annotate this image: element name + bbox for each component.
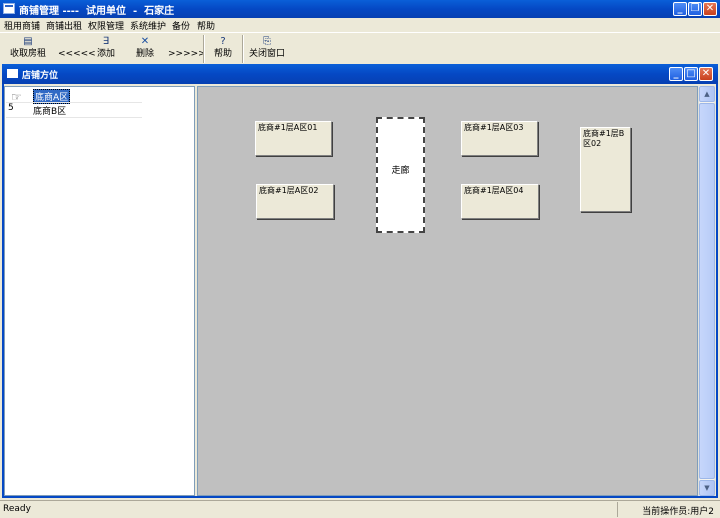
exit-door-icon: ⎘ <box>263 36 271 47</box>
child-maximize-button[interactable]: □ <box>684 67 698 81</box>
child-window-title: 店铺方位 <box>22 71 59 81</box>
delete-icon: ✕ <box>140 36 150 47</box>
shop-layout-canvas: 底商#1层A区01 底商#1层A区02 底商#1层A区03 底商#1层A区04 … <box>197 86 698 496</box>
corridor[interactable]: 走廊 <box>376 117 425 233</box>
vertical-scrollbar[interactable]: ▲ ▼ <box>698 86 715 496</box>
child-window-title-bar[interactable]: 店铺方位 _ □ ✕ <box>2 64 718 84</box>
minimize-button[interactable]: _ <box>673 2 687 16</box>
menu-bar: 租用商铺 商铺出租 权限管理 系统维护 备份 帮助 <box>0 18 720 32</box>
shop-a04[interactable]: 底商#1层A区04 <box>461 184 539 219</box>
current-operator: 当前操作员:用户2 <box>642 507 714 517</box>
toolbar: ▤ 收取房租 <<<<< ∃ 添加 ✕ 删除 >>>>> ? 帮助 ⎘ 关闭窗口 <box>0 32 720 64</box>
shop-a02[interactable]: 底商#1层A区02 <box>256 184 334 219</box>
menu-system-maintenance[interactable]: 系统维护 <box>130 19 166 32</box>
menu-rent-shop[interactable]: 租用商铺 <box>4 19 40 32</box>
scroll-thumb[interactable] <box>699 103 715 479</box>
close-window-button[interactable]: ⎘ 关闭窗口 <box>248 35 286 63</box>
menu-permissions[interactable]: 权限管理 <box>88 19 124 32</box>
child-minimize-button[interactable]: _ <box>669 67 683 81</box>
scroll-down-icon[interactable]: ▼ <box>699 480 715 496</box>
money-stack-icon: ▤ <box>23 36 33 47</box>
window-title: 商铺管理 ---- 试用单位 - 石家庄 <box>19 6 175 17</box>
next-button[interactable]: >>>>> <box>168 35 206 63</box>
tree-item-area-b[interactable]: 底商B区 <box>33 104 66 117</box>
shop-a03[interactable]: 底商#1层A区03 <box>461 121 538 156</box>
toolbar-separator <box>242 35 244 63</box>
status-text: Ready <box>3 504 31 514</box>
child-close-button[interactable]: ✕ <box>699 67 713 81</box>
shop-b02[interactable]: 底商#1层B区02 <box>580 127 631 212</box>
corridor-label: 走廊 <box>391 166 410 176</box>
close-button[interactable]: ✕ <box>703 2 717 16</box>
shop-a01[interactable]: 底商#1层A区01 <box>255 121 332 156</box>
previous-button[interactable]: <<<<< <box>58 35 96 63</box>
area-tree: ☞ 5 底商A区 底商B区 <box>4 86 195 496</box>
toolbar-separator <box>203 35 205 63</box>
help-icon: ? <box>220 36 226 47</box>
menu-help[interactable]: 帮助 <box>197 19 215 32</box>
add-button[interactable]: ∃ 添加 <box>94 35 118 63</box>
add-icon: ∃ <box>102 36 110 47</box>
menu-shop-lease[interactable]: 商铺出租 <box>46 19 82 32</box>
menu-backup[interactable]: 备份 <box>172 19 190 32</box>
restore-button[interactable]: ❐ <box>688 2 702 16</box>
collect-rent-button[interactable]: ▤ 收取房租 <box>8 35 48 63</box>
scroll-up-icon[interactable]: ▲ <box>699 86 715 102</box>
status-bar: Ready 当前操作员:用户2 <box>0 500 720 518</box>
main-title-bar[interactable]: 商铺管理 ---- 试用单位 - 石家庄 _ ❐ ✕ <box>0 0 720 18</box>
item-count: 5 <box>8 103 14 113</box>
delete-button[interactable]: ✕ 删除 <box>133 35 157 63</box>
help-button[interactable]: ? 帮助 <box>211 35 235 63</box>
app-icon <box>3 3 15 14</box>
child-window-icon <box>7 69 18 78</box>
